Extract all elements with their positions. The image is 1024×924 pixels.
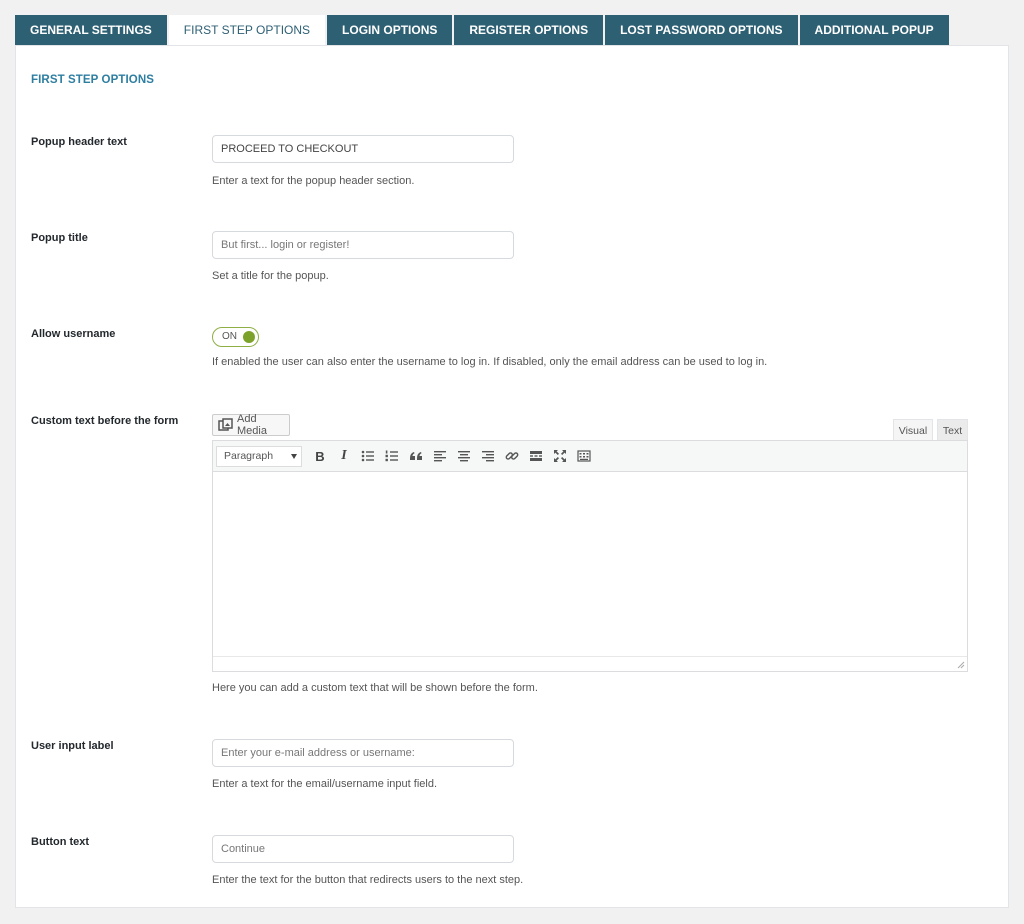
toolbar-toggle-button[interactable] (572, 444, 596, 468)
tab-general-settings[interactable]: GENERAL SETTINGS (15, 15, 167, 45)
bold-button[interactable]: B (308, 444, 332, 468)
tab-register-options[interactable]: REGISTER OPTIONS (454, 15, 604, 45)
read-more-icon (530, 451, 542, 461)
section-title: FIRST STEP OPTIONS (31, 74, 154, 86)
add-media-label: Add Media (237, 413, 267, 437)
bullet-list-icon (361, 450, 374, 462)
allow-username-label: Allow username (31, 328, 116, 340)
popup-header-input[interactable] (212, 135, 514, 163)
align-center-icon (458, 451, 470, 462)
button-text-label: Button text (31, 836, 90, 848)
tab-login-options[interactable]: LOGIN OPTIONS (327, 15, 453, 45)
popup-header-label: Popup header text (31, 136, 127, 148)
editor-text-tab[interactable]: Text (937, 419, 968, 441)
toggle-knob (243, 331, 255, 343)
resize-handle-icon[interactable] (957, 661, 965, 669)
popup-title-input[interactable] (212, 231, 514, 259)
chevron-down-icon (291, 453, 297, 459)
editor-statusbar (213, 656, 967, 671)
user-input-label-label: User input label (31, 740, 114, 752)
rich-text-editor: Paragraph B I (212, 440, 968, 672)
link-icon (505, 452, 519, 460)
tab-first-step-options[interactable]: FIRST STEP OPTIONS (168, 15, 326, 46)
button-text-description: Enter the text for the button that redir… (212, 874, 524, 886)
allow-username-toggle[interactable]: ON (212, 327, 259, 347)
custom-text-label: Custom text before the form (31, 415, 179, 427)
numbered-list-icon (385, 450, 398, 462)
align-left-button[interactable] (428, 444, 452, 468)
settings-panel: FIRST STEP OPTIONS Popup header text Ent… (15, 45, 1009, 908)
fullscreen-button[interactable] (548, 444, 572, 468)
editor-content-area[interactable] (213, 472, 967, 656)
toggle-state-label: ON (222, 331, 237, 342)
read-more-button[interactable] (524, 444, 548, 468)
italic-icon: I (341, 448, 347, 463)
custom-text-description: Here you can add a custom text that will… (212, 682, 538, 694)
blockquote-button[interactable] (404, 444, 428, 468)
add-media-button[interactable]: Add Media (212, 413, 290, 437)
toolbar-toggle-icon (577, 450, 591, 462)
settings-tabs: GENERAL SETTINGS FIRST STEP OPTIONS LOGI… (15, 15, 951, 46)
editor-toolbar: Paragraph B I (213, 441, 967, 472)
align-right-icon (482, 451, 494, 462)
popup-title-label: Popup title (31, 232, 88, 244)
align-center-button[interactable] (452, 444, 476, 468)
editor-visual-tab[interactable]: Visual (893, 419, 933, 441)
tab-additional-popup[interactable]: ADDITIONAL POPUP (799, 15, 949, 45)
fullscreen-icon (554, 450, 566, 462)
user-input-label-description: Enter a text for the email/username inpu… (212, 778, 438, 790)
allow-username-description: If enabled the user can also enter the u… (212, 356, 768, 368)
align-left-icon (434, 451, 446, 462)
button-text-input[interactable] (212, 835, 514, 863)
italic-button[interactable]: I (332, 444, 356, 468)
align-right-button[interactable] (476, 444, 500, 468)
tab-lost-password-options[interactable]: LOST PASSWORD OPTIONS (605, 15, 798, 45)
add-media-icon (218, 418, 234, 432)
link-button[interactable] (500, 444, 524, 468)
user-input-label-input[interactable] (212, 739, 514, 767)
bold-icon: B (315, 448, 325, 464)
popup-header-description: Enter a text for the popup header sectio… (212, 175, 415, 187)
bullet-list-button[interactable] (356, 444, 380, 468)
numbered-list-button[interactable] (380, 444, 404, 468)
format-select-value: Paragraph (224, 449, 274, 462)
blockquote-icon (410, 452, 422, 460)
popup-title-description: Set a title for the popup. (212, 270, 329, 282)
format-select[interactable]: Paragraph (216, 445, 302, 467)
